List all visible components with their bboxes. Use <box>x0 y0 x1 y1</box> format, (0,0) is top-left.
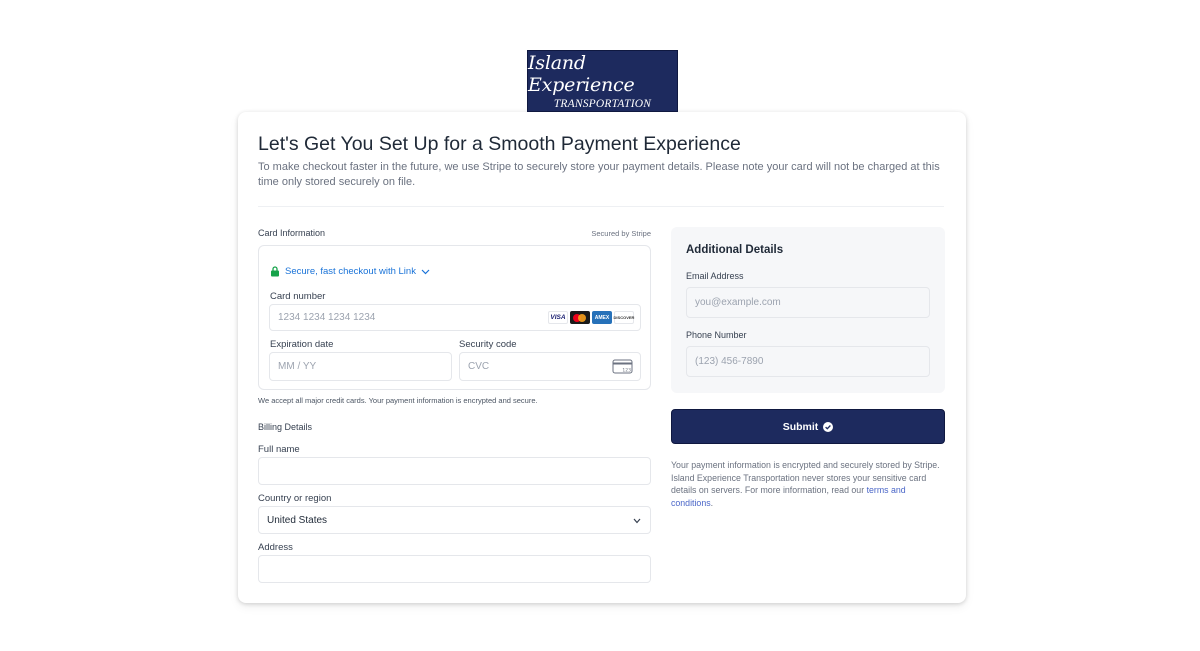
expiration-placeholder: MM / YY <box>278 361 317 372</box>
payment-setup-card: Let's Get You Set Up for a Smooth Paymen… <box>238 112 966 603</box>
security-code-label: Security code <box>459 339 517 350</box>
stripe-card-element: Secure, fast checkout with Link Card num… <box>258 245 651 390</box>
phone-placeholder: (123) 456-7890 <box>695 356 764 367</box>
country-value: United States <box>267 514 328 526</box>
additional-details-title: Additional Details <box>686 244 784 256</box>
expiration-date-input[interactable]: MM / YY <box>269 352 452 381</box>
discover-icon: DISCOVER <box>614 311 634 324</box>
expiration-date-label: Expiration date <box>270 339 334 350</box>
page-subtitle: To make checkout faster in the future, w… <box>258 161 940 188</box>
card-information-label: Card Information <box>258 228 326 238</box>
check-circle-icon <box>823 421 834 432</box>
full-name-input[interactable] <box>258 457 651 485</box>
address-label: Address <box>258 542 293 553</box>
cvc-placeholder: CVC <box>468 361 490 372</box>
email-input[interactable]: you@example.com <box>686 287 930 318</box>
email-placeholder: you@example.com <box>695 297 781 308</box>
country-select[interactable]: United States <box>258 506 651 534</box>
email-label: Email Address <box>686 271 744 281</box>
link-checkout-toggle[interactable]: Secure, fast checkout with Link <box>270 266 430 277</box>
logo-line-1: Island Experience <box>528 51 635 96</box>
card-brands: VISA AMEX DISCOVER <box>548 311 634 324</box>
security-note-end: . <box>710 497 714 508</box>
logo-line-2: TRANSPORTATION <box>553 97 652 110</box>
security-note: Your payment information is encrypted an… <box>671 459 947 509</box>
company-logo: Island Experience TRANSPORTATION <box>527 50 678 112</box>
secured-by-stripe: Secured by Stripe <box>591 229 651 238</box>
lock-icon <box>271 266 279 277</box>
country-label: Country or region <box>258 493 332 504</box>
card-number-placeholder: 1234 1234 1234 1234 <box>278 312 376 323</box>
link-checkout-text: Secure, fast checkout with Link <box>285 266 416 277</box>
address-input[interactable] <box>258 555 651 583</box>
submit-button[interactable]: Submit <box>671 409 945 444</box>
visa-icon: VISA <box>548 311 568 324</box>
mastercard-icon <box>570 311 590 324</box>
page-title: Let's Get You Set Up for a Smooth Paymen… <box>258 133 741 155</box>
submit-label: Submit <box>782 420 819 433</box>
card-number-input[interactable]: 1234 1234 1234 1234 VISA AMEX DISCOVER <box>269 304 641 331</box>
chevron-down-icon <box>421 269 430 274</box>
additional-details-panel: Additional Details Email Address you@exa… <box>671 227 945 393</box>
chevron-down-icon <box>633 518 641 524</box>
svg-text:123: 123 <box>622 368 631 374</box>
card-number-label: Card number <box>270 291 326 302</box>
header-divider <box>258 206 944 207</box>
security-code-input[interactable]: CVC 123 <box>459 352 641 381</box>
billing-details-label: Billing Details <box>258 422 313 432</box>
amex-icon: AMEX <box>592 311 612 324</box>
phone-label: Phone Number <box>686 330 747 340</box>
full-name-label: Full name <box>258 444 300 455</box>
phone-input[interactable]: (123) 456-7890 <box>686 346 930 377</box>
card-help-text: We accept all major credit cards. Your p… <box>258 396 538 405</box>
cvc-card-icon: 123 <box>612 359 633 374</box>
